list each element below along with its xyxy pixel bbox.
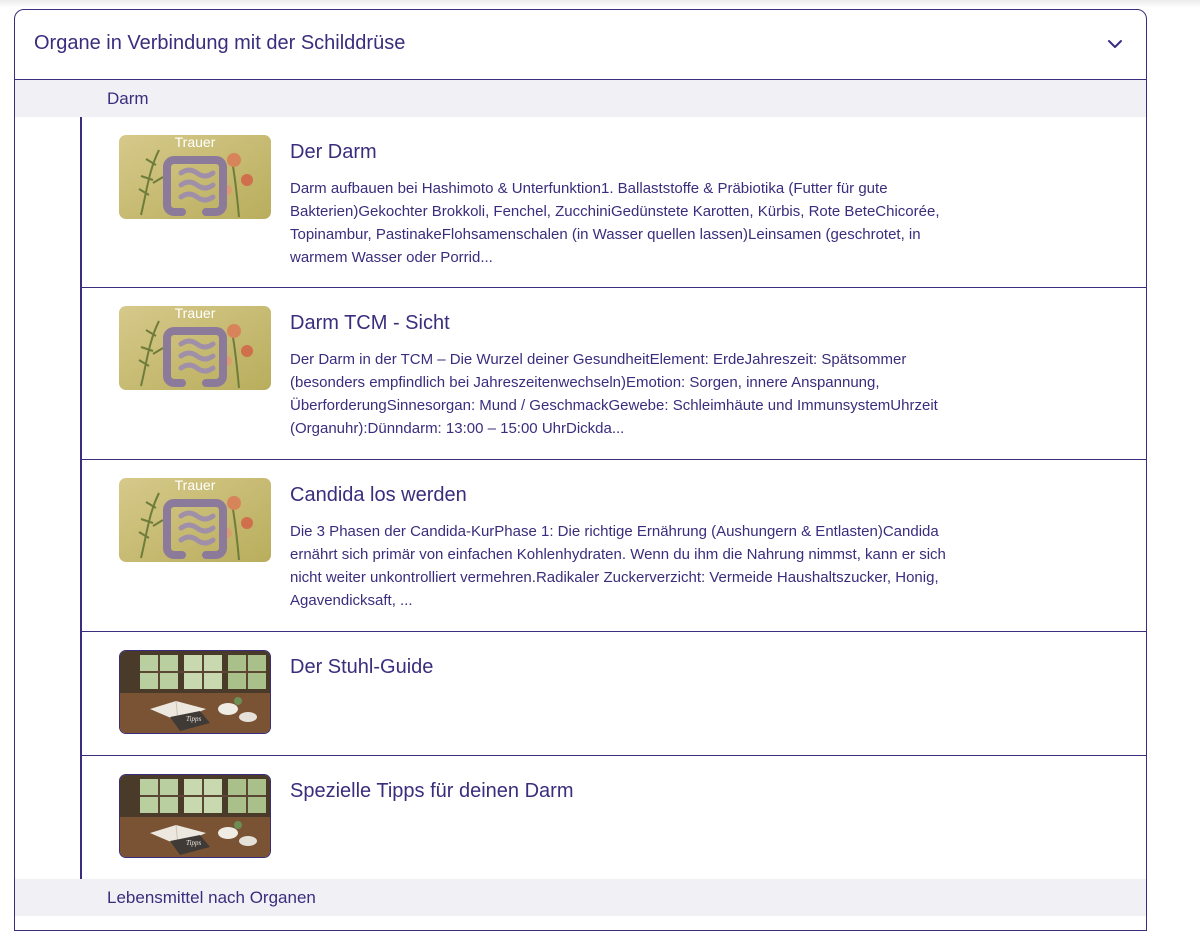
intestine-thumbnail: Trauer: [119, 135, 271, 219]
group-header-lebensmittel[interactable]: Lebensmittel nach Organen: [15, 879, 1146, 916]
list-item[interactable]: Tipps Spezielle Tipps für deinen Darm: [82, 756, 1146, 880]
thumb-caption: Tipps: [186, 839, 201, 847]
group-header-darm[interactable]: Darm: [15, 80, 1146, 117]
darm-item-list: Trauer Der Darm Darm aufbauen bei Hashim…: [80, 117, 1146, 880]
intestine-thumbnail: Trauer: [119, 306, 271, 390]
list-item[interactable]: Trauer Der Darm Darm aufbauen bei Hashim…: [82, 117, 1146, 288]
list-item[interactable]: Tipps Der Stuhl-Guide: [82, 632, 1146, 756]
item-title[interactable]: Der Darm: [290, 141, 377, 164]
item-description: Darm aufbauen bei Hashimoto & Unterfunkt…: [290, 180, 940, 266]
thumb-caption: Tipps: [186, 715, 201, 723]
thumb-caption: Trauer: [175, 135, 216, 150]
item-description: Der Darm in der TCM – Die Wurzel deiner …: [290, 351, 938, 437]
item-title[interactable]: Spezielle Tipps für deinen Darm: [290, 780, 573, 803]
intestine-thumbnail: Trauer: [119, 478, 271, 562]
list-item[interactable]: Trauer Darm TCM - Sicht Der Darm in der …: [82, 288, 1146, 460]
organ-accordion: Organe in Verbindung mit der Schilddrüse…: [14, 9, 1147, 931]
book-photo-thumbnail: Tipps: [119, 774, 271, 858]
item-title[interactable]: Der Stuhl-Guide: [290, 656, 433, 679]
item-title[interactable]: Darm TCM - Sicht: [290, 312, 450, 335]
book-photo-thumbnail: Tipps: [119, 650, 271, 734]
accordion-title: Organe in Verbindung mit der Schilddrüse: [34, 32, 406, 54]
thumb-caption: Trauer: [175, 478, 216, 493]
group-label: Lebensmittel nach Organen: [107, 888, 316, 907]
top-shadow: [0, 0, 1200, 8]
chevron-down-icon[interactable]: [1106, 35, 1124, 53]
group-label: Darm: [107, 89, 149, 108]
list-item[interactable]: Trauer Candida los werden Die 3 Phasen d…: [82, 460, 1146, 632]
item-title[interactable]: Candida los werden: [290, 484, 467, 507]
thumb-caption: Trauer: [175, 306, 216, 321]
accordion-header[interactable]: Organe in Verbindung mit der Schilddrüse: [15, 10, 1146, 80]
item-description: Die 3 Phasen der Candida-KurPhase 1: Die…: [290, 523, 946, 609]
